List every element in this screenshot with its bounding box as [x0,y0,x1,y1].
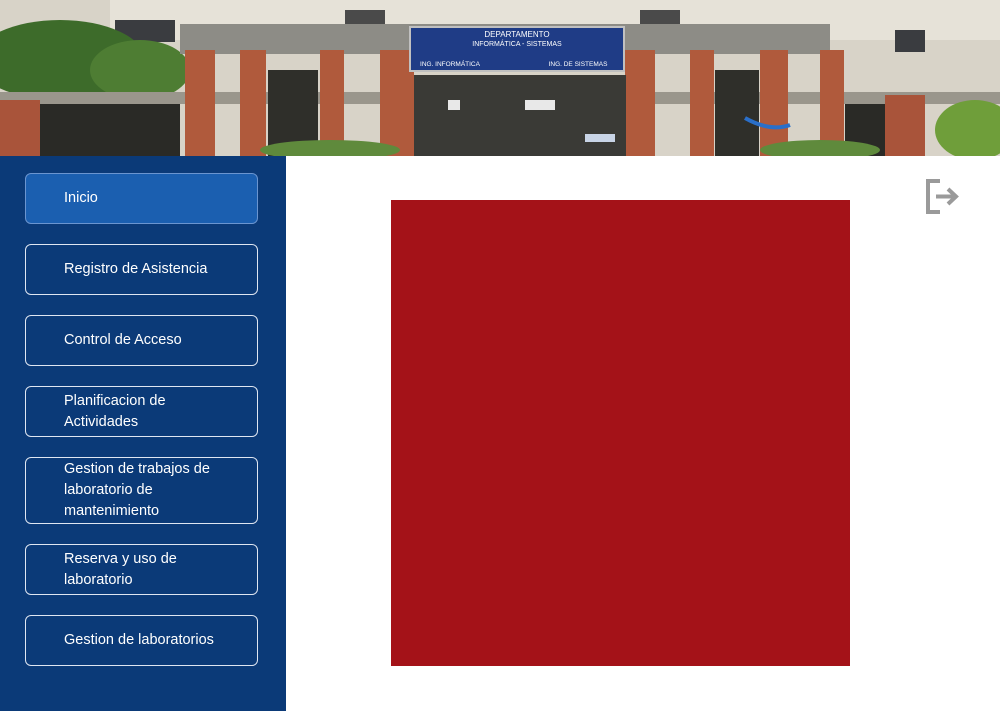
logout-icon [926,179,959,214]
content-panel [391,200,850,666]
nav-planificacion-actividades-button[interactable]: Planificacion de Actividades [25,386,258,437]
nav-gestion-laboratorios-button[interactable]: Gestion de laboratorios [25,615,258,666]
nav-inicio-label: Inicio [64,190,98,206]
sign-right: ING. DE SISTEMAS [549,61,609,68]
nav-reserva-laboratorio-label: Reserva y uso de laboratorio [64,550,177,588]
nav-reserva-laboratorio-button[interactable]: Reserva y uso de laboratorio [25,544,258,595]
nav-planificacion-actividades-label: Planificacion de Actividades [64,392,166,430]
nav-registro-asistencia-label: Registro de Asistencia [64,261,208,277]
nav-gestion-laboratorios-label: Gestion de laboratorios [64,632,214,648]
nav-registro-asistencia-button[interactable]: Registro de Asistencia [25,244,258,295]
header-banner: DEPARTAMENTO INFORMÁTICA - SISTEMAS ING.… [0,0,1000,156]
nav-inicio-button[interactable]: Inicio [25,173,258,224]
main-content [286,156,1000,711]
sign-subtitle: INFORMÁTICA - SISTEMAS [472,39,562,48]
sign-title: DEPARTAMENTO [484,30,549,39]
nav-gestion-trabajos-button[interactable]: Gestion de trabajos de laboratorio de ma… [25,457,258,524]
sign-left: ING. INFORMÁTICA [420,59,481,68]
nav-control-acceso-label: Control de Acceso [64,332,182,348]
nav-control-acceso-button[interactable]: Control de Acceso [25,315,258,366]
nav-gestion-trabajos-label: Gestion de trabajos de laboratorio de ma… [64,461,210,519]
logout-button[interactable] [922,176,962,216]
building-photo: DEPARTAMENTO INFORMÁTICA - SISTEMAS ING.… [0,0,1000,156]
sidebar: Inicio Registro de Asistencia Control de… [0,156,286,711]
